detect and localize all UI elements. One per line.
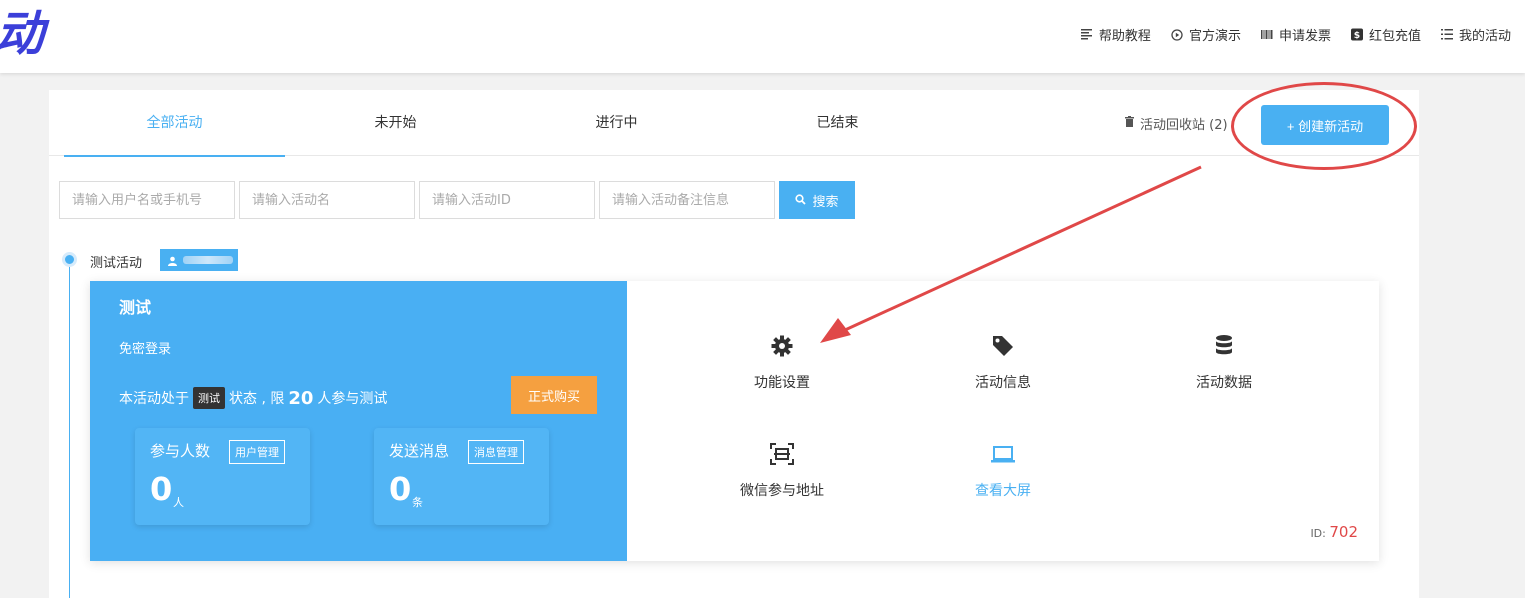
doc-lines-icon (1081, 29, 1093, 41)
nav-help[interactable]: 帮助教程 (1081, 25, 1151, 44)
user-search-input[interactable] (59, 181, 235, 219)
status-middle: 状态 , 限 (229, 391, 285, 407)
status-tabs: 全部活动 未开始 进行中 已结束 活动回收站 (2) + 创建新活动 (49, 82, 1419, 170)
activity-card: 测试 免密登录 本活动处于 测试 状态 , 限 20 人参与测试 正式购买 参与… (90, 281, 1379, 561)
search-icon (795, 193, 807, 208)
status-line: 本活动处于 测试 状态 , 限 20 人参与测试 (119, 387, 387, 409)
function-data[interactable]: 活动数据 (1154, 334, 1294, 392)
top-nav: 帮助教程 官方演示 申请发票 $ 红包充值 我的活动 (1081, 25, 1511, 44)
function-data-label: 活动数据 (1196, 375, 1252, 391)
status-badge: 测试 (193, 387, 225, 409)
nav-my-activities[interactable]: 我的活动 (1440, 25, 1511, 44)
function-wechat-url[interactable]: 微信参与地址 (712, 442, 852, 500)
logo[interactable]: 动 (0, 4, 44, 64)
timeline-line (69, 260, 70, 598)
messages-label: 发送消息 (389, 442, 450, 460)
function-info-label: 活动信息 (975, 375, 1031, 391)
user-icon (168, 251, 177, 270)
search-button[interactable]: 搜索 (779, 181, 855, 219)
nav-help-label: 帮助教程 (1098, 29, 1151, 44)
login-mode: 免密登录 (119, 342, 172, 357)
messages-value: 0 (389, 470, 412, 508)
timeline-dot (62, 252, 77, 267)
play-circle-icon (1171, 28, 1183, 41)
activity-note-input[interactable] (599, 181, 775, 219)
participants-box: 参与人数 用户管理 0 人 (135, 428, 310, 525)
gear-icon (712, 334, 852, 360)
messages-box: 发送消息 消息管理 0 条 (374, 428, 549, 525)
activity-id-label: ID: (1310, 527, 1326, 540)
tab-ended[interactable]: 已结束 (727, 90, 948, 156)
status-limit: 20 (288, 387, 314, 409)
participants-label: 参与人数 (150, 442, 211, 460)
function-big-screen-label: 查看大屏 (975, 483, 1031, 499)
function-settings[interactable]: 功能设置 (712, 334, 852, 392)
buy-button[interactable]: 正式购买 (511, 376, 597, 414)
nav-invoice-label: 申请发票 (1278, 29, 1331, 44)
recycle-bin-link[interactable]: 活动回收站 (2) (1125, 114, 1228, 133)
activity-group-title: 测试活动 (90, 256, 143, 271)
status-suffix: 人参与测试 (317, 391, 388, 407)
message-manage-button[interactable]: 消息管理 (468, 440, 524, 464)
tab-in-progress[interactable]: 进行中 (506, 90, 727, 156)
recycle-bin-label: 活动回收站 (2) (1140, 118, 1228, 133)
function-info[interactable]: 活动信息 (933, 334, 1073, 392)
activity-id-value: 702 (1329, 523, 1358, 541)
activity-summary: 测试 免密登录 本活动处于 测试 状态 , 限 20 人参与测试 正式购买 参与… (90, 281, 627, 561)
participants-unit: 人 (173, 496, 184, 509)
tab-not-started[interactable]: 未开始 (285, 90, 506, 156)
search-bar: 搜索 (59, 181, 855, 219)
list-icon (1440, 29, 1453, 41)
messages-unit: 条 (412, 496, 423, 509)
activity-functions: 功能设置 活动信息 活动数据 微信参与地址 查看大屏 ID: 702 (627, 281, 1379, 561)
svg-text:$: $ (1354, 30, 1360, 41)
function-wechat-url-label: 微信参与地址 (740, 483, 824, 499)
function-settings-label: 功能设置 (754, 375, 810, 391)
nav-demo[interactable]: 官方演示 (1171, 25, 1241, 44)
scan-icon (712, 442, 852, 468)
nav-recharge-label: 红包充值 (1368, 29, 1421, 44)
tag-icon (933, 334, 1073, 360)
participants-value: 0 (150, 470, 173, 508)
tab-all[interactable]: 全部活动 (64, 90, 285, 157)
activity-name-input[interactable] (239, 181, 415, 219)
nav-my-activities-label: 我的活动 (1458, 29, 1511, 44)
user-tag (160, 249, 238, 271)
function-big-screen[interactable]: 查看大屏 (933, 442, 1073, 500)
database-icon (1154, 334, 1294, 360)
nav-invoice[interactable]: 申请发票 (1260, 25, 1331, 44)
trash-icon (1125, 116, 1134, 131)
create-activity-button[interactable]: + 创建新活动 (1261, 105, 1389, 145)
top-header: 动 帮助教程 官方演示 申请发票 $ 红包充值 我的活动 (0, 0, 1525, 73)
nav-demo-label: 官方演示 (1188, 29, 1241, 44)
nav-recharge[interactable]: $ 红包充值 (1350, 25, 1421, 44)
activity-id-input[interactable] (419, 181, 595, 219)
blurred-username (183, 256, 233, 264)
search-button-label: 搜索 (812, 193, 839, 209)
status-prefix: 本活动处于 (119, 391, 189, 407)
dollar-icon: $ (1350, 28, 1363, 41)
activity-name: 测试 (119, 298, 152, 317)
activity-panel: 全部活动 未开始 进行中 已结束 活动回收站 (2) + 创建新活动 搜索 测试… (49, 82, 1419, 598)
barcode-icon (1260, 29, 1273, 41)
activity-id: ID: 702 (1310, 523, 1358, 541)
laptop-icon (933, 442, 1073, 468)
user-manage-button[interactable]: 用户管理 (229, 440, 285, 464)
